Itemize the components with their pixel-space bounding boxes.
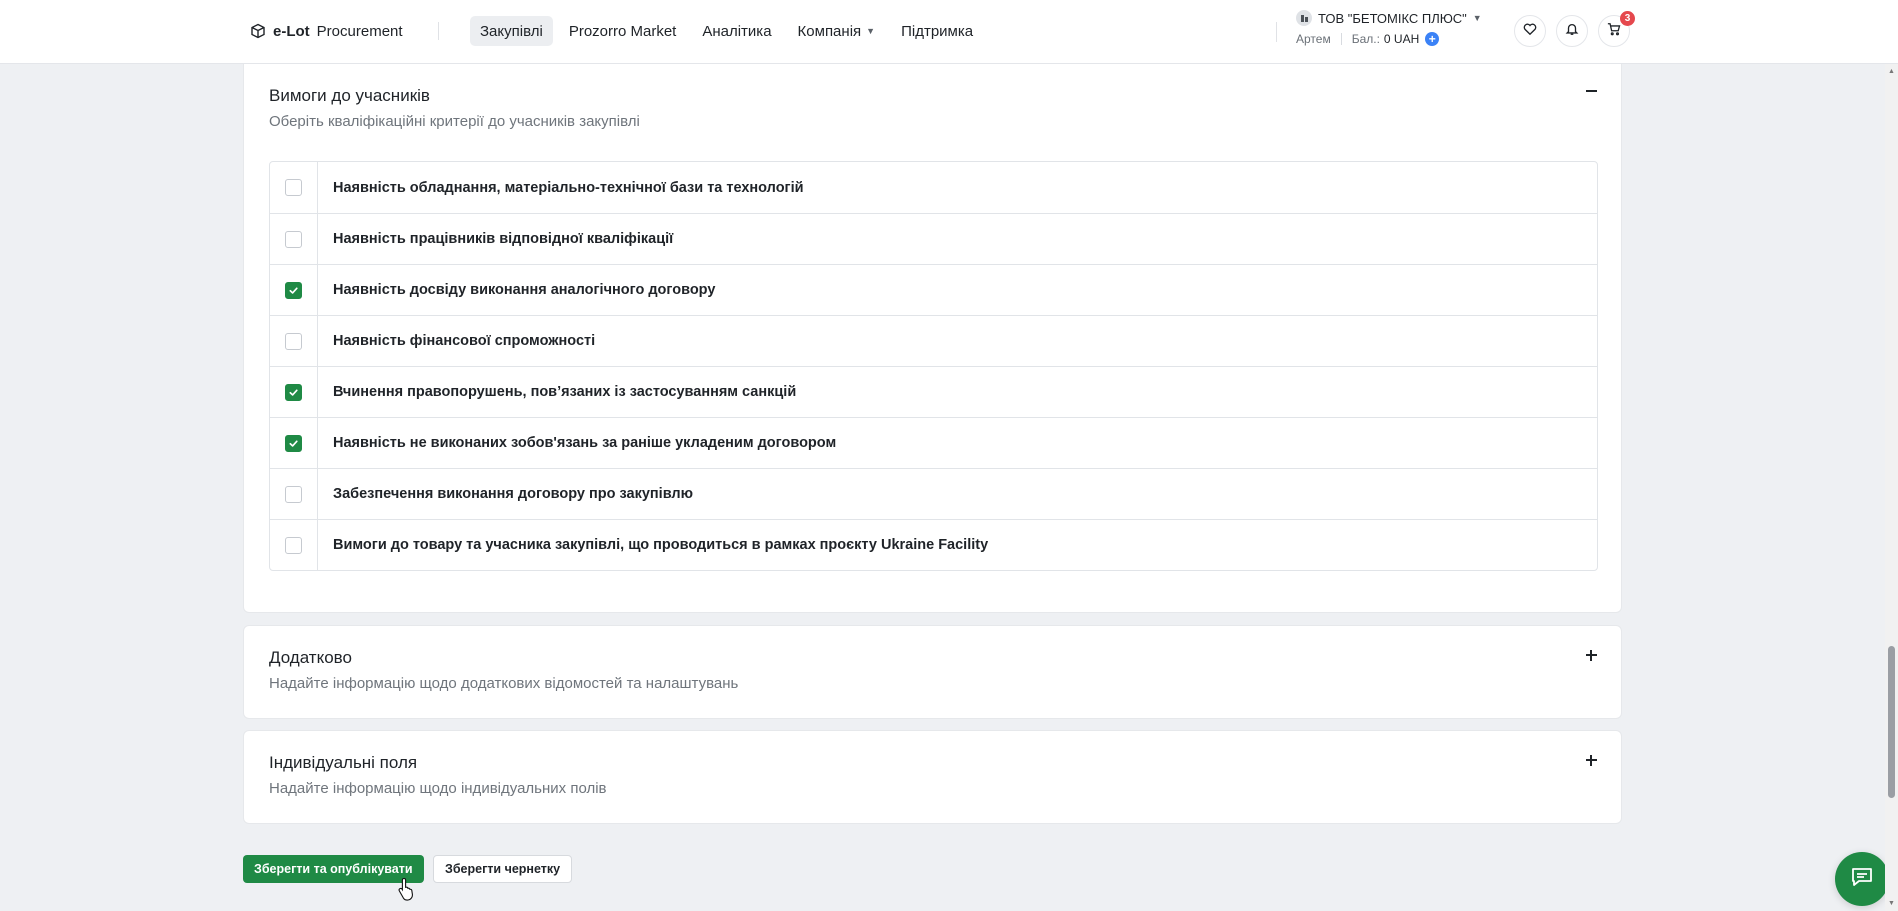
checkmark-icon [289,388,298,396]
criteria-table: Наявність обладнання, матеріально-техніч… [269,161,1598,571]
checkbox-cell [270,418,318,468]
checkbox-cell [270,520,318,570]
brand-logo[interactable]: e-Lot Procurement [250,0,403,62]
notifications-button[interactable] [1556,15,1588,47]
criteria-row: Забезпечення виконання договору про заку… [270,468,1597,519]
expand-plus-icon[interactable] [1583,647,1599,663]
checkmark-icon [289,439,298,447]
cart-icon [1607,22,1621,41]
nav-company-dropdown[interactable]: Компанія ▼ [788,16,886,46]
favorites-button[interactable] [1514,15,1546,47]
criteria-checkbox[interactable] [285,332,302,350]
nav-label: Компанія [797,22,862,40]
brand-name-bold: e-Lot [273,22,310,40]
nav-prozorro-market[interactable]: Prozorro Market [559,16,687,46]
divider [1340,33,1342,45]
criteria-row: Наявність працівників відповідної кваліф… [270,213,1597,264]
scroll-up-arrow-icon[interactable]: ▲ [1888,68,1895,75]
heart-icon [1523,22,1537,41]
save-and-publish-button[interactable]: Зберегти та опублікувати [243,855,424,883]
nav-label: Підтримка [901,22,974,40]
custom-fields-section[interactable]: Індивідуальні поля Надайте інформацію що… [243,730,1622,824]
scroll-down-arrow-icon[interactable]: ▼ [1888,900,1895,907]
checkbox-cell [270,214,318,264]
criteria-label: Вимоги до товару та учасника закупівлі, … [333,537,989,553]
organization-name: ТОВ "БЕТОМІКС ПЛЮС" [1318,10,1467,26]
chat-icon [1850,866,1874,893]
criteria-row: Наявність фінансової спроможності [270,315,1597,366]
user-name: Артем [1296,32,1331,46]
criteria-row: Наявність обладнання, матеріально-техніч… [270,162,1597,213]
criteria-label: Забезпечення виконання договору про заку… [333,486,694,502]
top-header: e-Lot Procurement Закупівлі Prozorro Mar… [0,0,1898,64]
chevron-down-icon: ▼ [1472,13,1482,23]
section-title: Індивідуальні поля [269,753,418,772]
criteria-label: Наявність не виконаних зобов'язань за ра… [333,435,837,451]
criteria-label: Наявність працівників відповідної кваліф… [333,231,674,247]
additional-section[interactable]: Додатково Надайте інформацію щодо додатк… [243,625,1622,719]
criteria-checkbox[interactable] [285,434,302,452]
section-subtitle: Оберіть кваліфікаційні критерії до учасн… [269,113,640,130]
section-subtitle: Надайте інформацію щодо індивідуальних п… [269,780,607,797]
checkbox-cell [270,367,318,417]
checkbox-cell [270,469,318,519]
collapse-minus-icon[interactable] [1583,83,1599,99]
checkbox-cell [270,265,318,315]
chevron-down-icon: ▼ [866,26,876,36]
requirements-section: Вимоги до учасників Оберіть кваліфікацій… [243,46,1622,613]
nav-analytics[interactable]: Аналітика [692,16,781,46]
nav-label: Prozorro Market [568,22,677,40]
nav-procurements[interactable]: Закупівлі [470,16,553,46]
section-subtitle: Надайте інформацію щодо додаткових відом… [269,675,739,692]
criteria-checkbox[interactable] [285,536,302,554]
bell-icon [1565,22,1579,41]
section-title: Додатково [269,648,352,667]
building-icon [1296,10,1312,26]
nav-label: Закупівлі [480,22,543,40]
balance-label: Бал.: [1351,32,1380,46]
divider [438,22,439,40]
criteria-row: Наявність не виконаних зобов'язань за ра… [270,417,1597,468]
nav-label: Аналітика [702,22,772,40]
criteria-label: Наявність фінансової спроможності [333,333,596,349]
criteria-row: Вчинення правопорушень, пов’язаних із за… [270,366,1597,417]
main-nav: Закупівлі Prozorro Market Аналітика Комп… [470,16,983,46]
divider [1276,22,1277,42]
criteria-row: Вимоги до товару та учасника закупівлі, … [270,519,1597,570]
criteria-label: Наявність обладнання, матеріально-техніч… [333,179,804,196]
criteria-row: Наявність досвіду виконання аналогічного… [270,264,1597,315]
criteria-checkbox[interactable] [285,230,302,248]
brand-name-rest: Procurement [316,22,403,40]
save-draft-button[interactable]: Зберегти чернетку [433,855,573,883]
criteria-label: Наявність досвіду виконання аналогічного… [333,282,716,298]
checkmark-icon [289,286,298,294]
box-logo-icon [250,23,266,39]
criteria-checkbox[interactable] [285,485,302,503]
balance-value: 0 UAH [1383,32,1420,46]
checkbox-cell [270,316,318,366]
cart-count-badge: 3 [1620,11,1635,26]
chat-support-button[interactable] [1835,852,1889,906]
expand-plus-icon[interactable] [1583,752,1599,768]
organization-dropdown[interactable]: ТОВ "БЕТОМІКС ПЛЮС" ▼ [1296,10,1496,26]
organization-switcher: ТОВ "БЕТОМІКС ПЛЮС" ▼ Артем Бал.: 0 UAH … [1296,10,1496,54]
page-scrollbar[interactable]: ▲ ▼ [1885,64,1898,911]
criteria-checkbox[interactable] [285,281,302,299]
criteria-checkbox[interactable] [285,179,302,196]
checkbox-cell [270,162,318,213]
user-balance-row: Артем Бал.: 0 UAH + [1296,32,1496,46]
scrollbar-thumb[interactable] [1888,646,1895,798]
hand-pointer-cursor-icon [398,877,416,901]
criteria-label: Вчинення правопорушень, пов’язаних із за… [333,384,797,400]
nav-support[interactable]: Підтримка [891,16,983,46]
section-title: Вимоги до учасників [269,86,430,105]
top-up-plus-icon[interactable]: + [1425,32,1440,46]
criteria-checkbox[interactable] [285,383,302,401]
cart-button[interactable]: 3 [1598,11,1635,47]
